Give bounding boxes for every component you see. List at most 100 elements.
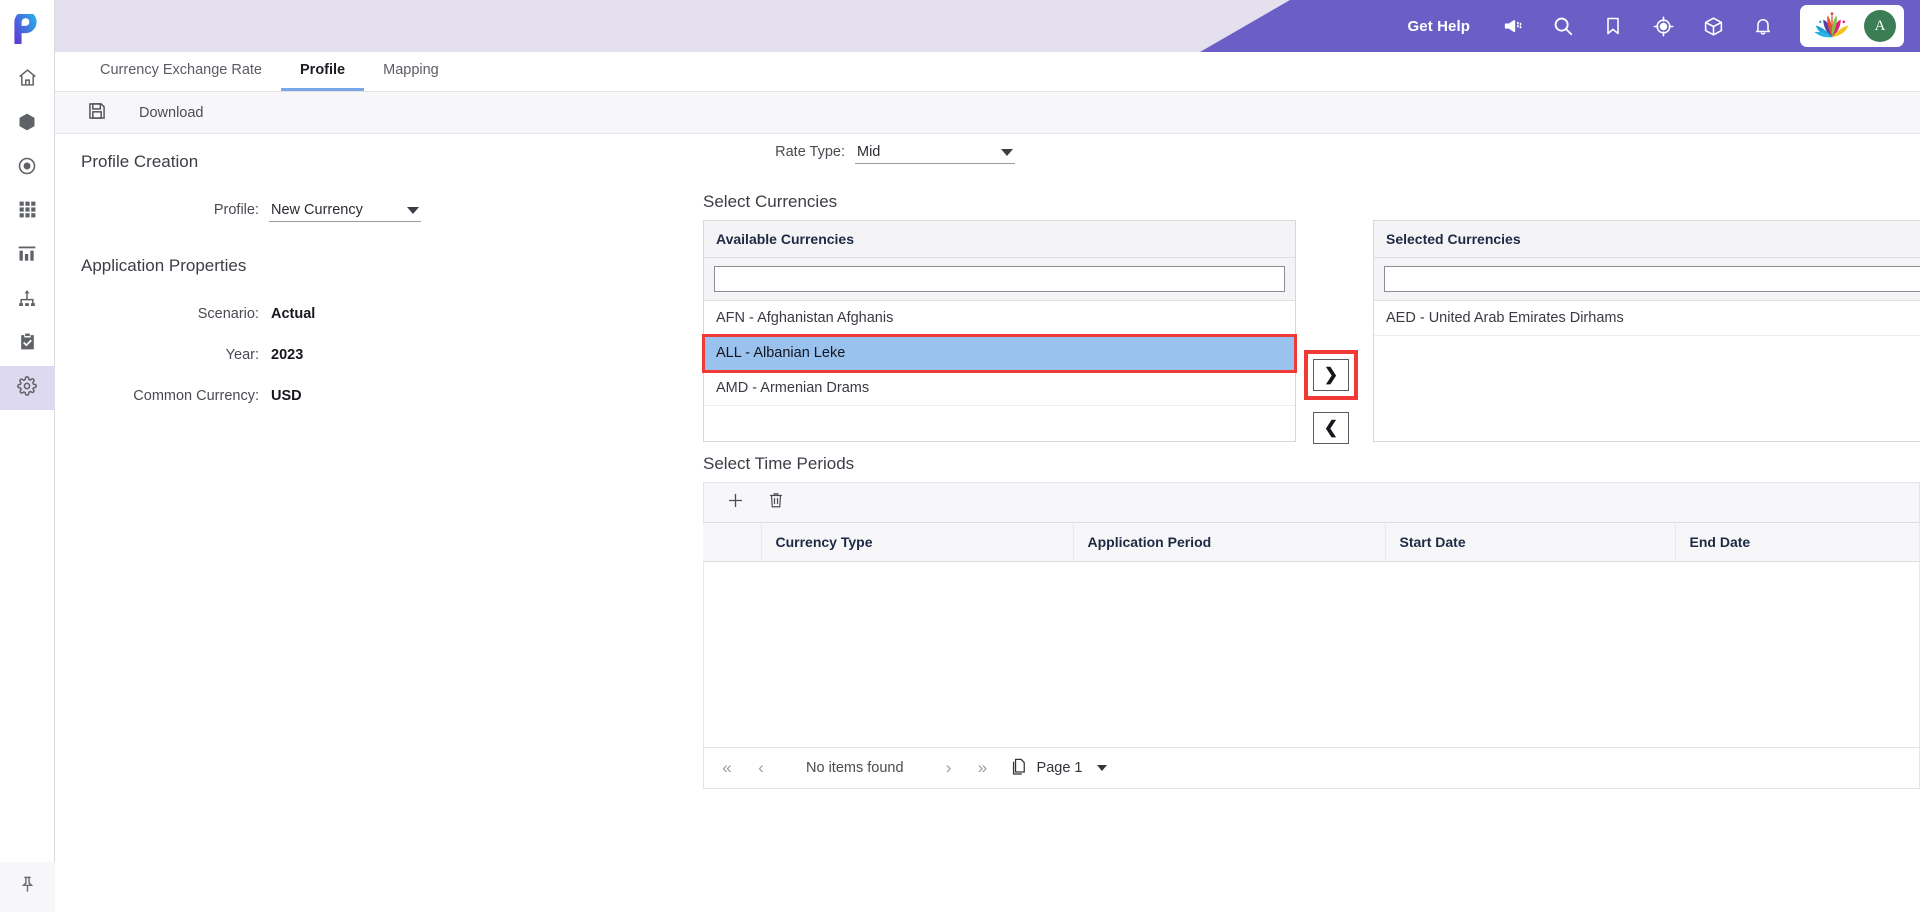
left-panel: Profile Creation Profile: New Currency A… xyxy=(81,134,661,404)
time-periods-table: Currency Type Application Period Start D… xyxy=(703,522,1920,562)
move-left-wrap: ❮ xyxy=(1313,412,1358,444)
download-button[interactable]: Download xyxy=(127,92,216,134)
table-header-row: Currency Type Application Period Start D… xyxy=(703,522,1920,562)
pager-next-button[interactable]: › xyxy=(932,747,966,789)
year-label: Year: xyxy=(225,347,259,363)
search-icon[interactable] xyxy=(1538,0,1588,52)
announcement-icon[interactable] xyxy=(1488,0,1538,52)
get-help-button[interactable]: Get Help xyxy=(1390,18,1488,35)
available-search-row xyxy=(704,258,1295,301)
add-row-button[interactable] xyxy=(726,491,745,515)
tab-currency-exchange-rate[interactable]: Currency Exchange Rate xyxy=(81,52,281,91)
col-start-date: Start Date xyxy=(1385,522,1676,562)
delete-row-button[interactable] xyxy=(767,491,785,514)
scenario-label: Scenario: xyxy=(197,306,259,322)
selected-currencies-list: AED - United Arab Emirates Dirhams xyxy=(1374,301,1920,336)
available-search-input[interactable] xyxy=(714,266,1285,292)
common-currency-row: Common Currency: USD xyxy=(81,388,661,404)
available-currencies-list: AFN - Afghanistan Afghanis ALL - Albania… xyxy=(702,301,1297,406)
app-logo[interactable] xyxy=(0,0,55,58)
scenario-value: Actual xyxy=(271,306,316,322)
left-sidebar xyxy=(0,0,55,912)
app-root: Get Help A Currency Exchange Rate Profil… xyxy=(0,0,1920,912)
save-button[interactable] xyxy=(75,92,119,134)
profile-dropdown[interactable]: New Currency xyxy=(269,202,421,222)
selected-currencies-header: Selected Currencies xyxy=(1374,221,1920,258)
year-row: Year: 2023 xyxy=(81,347,661,363)
application-properties-title: Application Properties xyxy=(81,256,247,275)
profile-dropdown-value: New Currency xyxy=(271,202,363,218)
list-item[interactable]: ALL - Albanian Leke xyxy=(702,334,1297,373)
selected-currencies-panel: Selected Currencies AED - United Arab Em… xyxy=(1373,220,1920,442)
gear-icon xyxy=(17,375,37,401)
navigator-icon[interactable] xyxy=(1638,0,1688,52)
available-currencies-panel: Available Currencies AFN - Afghanistan A… xyxy=(702,220,1297,442)
sidebar-item-target[interactable] xyxy=(0,146,55,190)
home-icon xyxy=(17,67,38,93)
pager-page-selector[interactable]: Page 1 xyxy=(1000,757,1107,780)
main-content: Profile Creation Profile: New Currency A… xyxy=(55,134,1920,912)
grid-toolbar xyxy=(703,482,1920,522)
sidebar-item-hierarchy[interactable] xyxy=(0,278,55,322)
table-body-empty xyxy=(703,562,1920,747)
select-currencies-title: Select Currencies xyxy=(703,192,838,211)
sidebar-item-reports[interactable] xyxy=(0,234,55,278)
profile-creation-title: Profile Creation xyxy=(81,152,199,171)
rate-type-label: Rate Type: xyxy=(775,144,845,160)
hierarchy-icon xyxy=(17,288,37,313)
list-item[interactable]: AED - United Arab Emirates Dirhams xyxy=(1374,301,1920,336)
sidebar-item-home[interactable] xyxy=(0,58,55,102)
sidebar-item-grid[interactable] xyxy=(0,190,55,234)
bell-icon[interactable] xyxy=(1738,0,1788,52)
selected-search-row xyxy=(1374,258,1920,301)
list-item[interactable]: AMD - Armenian Drams xyxy=(704,371,1295,406)
sidebar-items xyxy=(0,58,55,410)
col-select xyxy=(703,522,762,562)
sidebar-item-cube[interactable] xyxy=(0,102,55,146)
account-pill[interactable]: A xyxy=(1800,5,1904,47)
chevron-down-icon xyxy=(1096,765,1107,771)
transfer-gap xyxy=(1304,400,1358,412)
pager-last-button[interactable]: » xyxy=(966,747,1000,789)
common-currency-value: USD xyxy=(271,388,302,404)
rate-type-value: Mid xyxy=(857,144,881,160)
pager-first-button[interactable]: « xyxy=(710,747,744,789)
sidebar-pin-button[interactable] xyxy=(0,862,55,912)
transfer-buttons: ❯ ❮ xyxy=(1304,350,1358,444)
move-left-button[interactable]: ❮ xyxy=(1313,412,1349,444)
chevron-down-icon xyxy=(407,206,419,214)
rate-type-dropdown[interactable]: Mid xyxy=(855,144,1015,164)
col-end-date: End Date xyxy=(1675,522,1920,562)
profile-label: Profile: xyxy=(213,202,259,218)
brand-lotus-icon xyxy=(1810,9,1854,44)
move-right-button[interactable]: ❯ xyxy=(1313,359,1349,391)
cube-icon[interactable] xyxy=(1688,0,1738,52)
sidebar-item-tasks[interactable] xyxy=(0,322,55,366)
cube-icon xyxy=(17,112,37,137)
pager-status: No items found xyxy=(806,760,904,776)
selected-search-input[interactable] xyxy=(1384,266,1920,292)
trash-icon xyxy=(767,491,785,514)
download-label: Download xyxy=(139,104,204,121)
year-value: 2023 xyxy=(271,347,304,363)
target-icon xyxy=(17,156,37,181)
avatar[interactable]: A xyxy=(1864,10,1896,42)
pin-icon xyxy=(18,875,37,899)
tab-mapping[interactable]: Mapping xyxy=(364,52,458,91)
bookmark-icon[interactable] xyxy=(1588,0,1638,52)
plus-icon xyxy=(726,491,745,515)
rate-type-row: Rate Type: Mid xyxy=(695,144,1015,164)
col-application-period: Application Period xyxy=(1073,522,1386,562)
header-actions: Get Help A xyxy=(1390,0,1920,52)
chevron-down-icon xyxy=(1001,148,1013,156)
col-currency-type: Currency Type xyxy=(761,522,1074,562)
available-currencies-header: Available Currencies xyxy=(704,221,1295,258)
sidebar-item-settings[interactable] xyxy=(0,366,55,410)
tab-bar: Currency Exchange Rate Profile Mapping xyxy=(55,52,1920,92)
action-toolbar: Download xyxy=(55,92,1920,134)
clipboard-check-icon xyxy=(18,332,37,356)
list-item[interactable]: AFN - Afghanistan Afghanis xyxy=(704,301,1295,336)
tab-profile[interactable]: Profile xyxy=(281,52,365,91)
pager-page-label: Page 1 xyxy=(1036,760,1083,776)
pager-prev-button[interactable]: ‹ xyxy=(744,747,778,789)
